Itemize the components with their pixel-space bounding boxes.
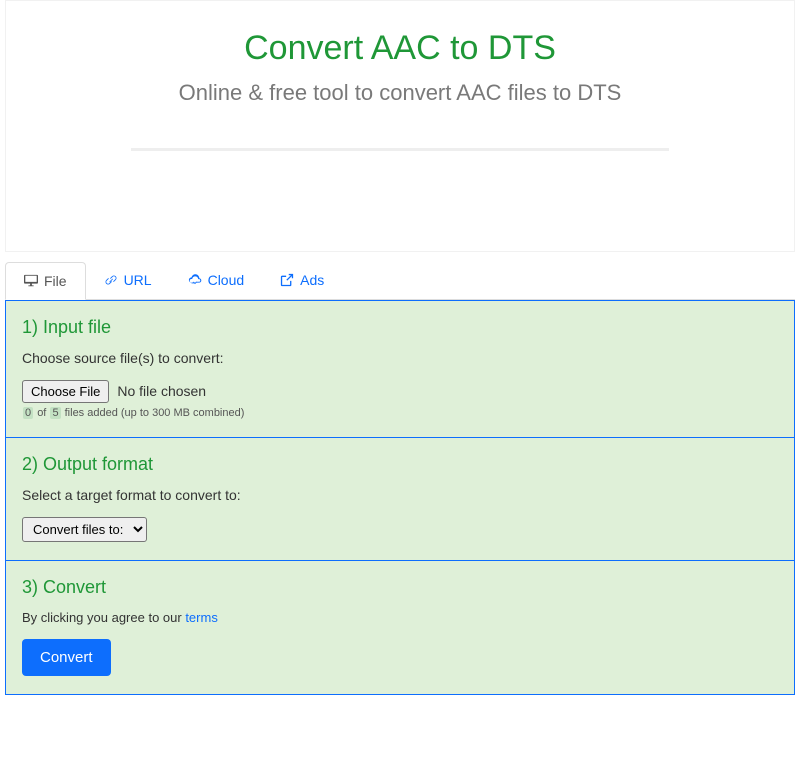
tab-url[interactable]: URL [86, 262, 170, 298]
tab-cloud-label: Cloud [208, 272, 245, 288]
files-added-tail: files added (up to 300 MB combined) [65, 407, 245, 419]
files-max-count: 5 [50, 407, 60, 419]
step-convert: 3) Convert By clicking you agree to our … [6, 560, 794, 694]
page-subtitle: Online & free tool to convert AAC files … [160, 78, 640, 108]
file-chosen-status: No file chosen [117, 383, 206, 399]
tab-cloud[interactable]: Cloud [170, 262, 263, 298]
link-icon [104, 273, 118, 287]
files-added-count: 0 [23, 407, 33, 419]
step3-heading: 3) Convert [22, 577, 778, 598]
step-output-format: 2) Output format Select a target format … [6, 437, 794, 560]
tabs: File URL Cloud Ads [5, 262, 795, 300]
tab-ads-label: Ads [300, 272, 324, 288]
step1-lead: Choose source file(s) to convert: [22, 350, 778, 366]
step2-heading: 2) Output format [22, 454, 778, 475]
cloud-download-icon [188, 273, 202, 287]
step2-lead: Select a target format to convert to: [22, 487, 778, 503]
hero-divider [131, 148, 670, 151]
file-count-note: 0 of 5 files added (up to 300 MB combine… [22, 407, 778, 419]
page-title: Convert AAC to DTS [26, 29, 774, 68]
monitor-icon [24, 274, 38, 288]
of-label: of [37, 407, 46, 419]
tab-url-label: URL [124, 272, 152, 288]
tab-ads[interactable]: Ads [262, 262, 342, 298]
main-panel: 1) Input file Choose source file(s) to c… [5, 300, 795, 695]
terms-link[interactable]: terms [185, 610, 218, 625]
convert-button[interactable]: Convert [22, 639, 111, 676]
tab-file[interactable]: File [5, 262, 86, 300]
external-link-icon [280, 273, 294, 287]
hero: Convert AAC to DTS Online & free tool to… [5, 0, 795, 252]
step-input-file: 1) Input file Choose source file(s) to c… [6, 301, 794, 437]
output-format-select[interactable]: Convert files to: [22, 517, 147, 542]
terms-prefix: By clicking you agree to our [22, 610, 185, 625]
terms-line: By clicking you agree to our terms [22, 610, 778, 625]
choose-file-button[interactable]: Choose File [22, 380, 109, 403]
tab-file-label: File [44, 273, 67, 289]
step1-heading: 1) Input file [22, 317, 778, 338]
